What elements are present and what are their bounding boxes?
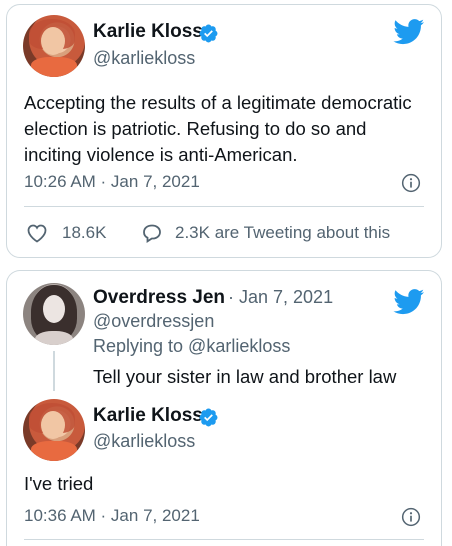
tweet-card-2[interactable]: Overdress Jen · Jan 7, 2021 @overdressje… [6,270,442,546]
twitter-bird-icon[interactable] [393,289,425,315]
reply-date[interactable]: · Jan 7, 2021 [228,287,333,308]
replying-to[interactable]: Replying to @karliekloss [93,336,290,357]
info-icon[interactable] [401,173,421,193]
heart-icon[interactable] [25,221,49,245]
thread-connector [53,351,55,391]
verified-badge-icon [198,407,219,428]
tweet-timestamp[interactable]: 10:26 AM · Jan 7, 2021 [24,172,200,192]
verified-badge-icon [198,23,219,44]
tweet-timestamp[interactable]: 10:36 AM · Jan 7, 2021 [24,506,200,526]
reply-author-handle[interactable]: @overdressjen [93,311,214,332]
tweet-text: I've tried [24,473,94,494]
like-count[interactable]: 18.6K [62,223,106,243]
speech-bubble-icon[interactable] [140,221,164,245]
tweet-text: Accepting the results of a legitimate de… [24,92,412,165]
info-icon[interactable] [401,507,421,527]
tweet-card-1[interactable]: Karlie Kloss @karliekloss Accepting the … [6,4,442,258]
author-handle[interactable]: @karliekloss [93,431,195,452]
reply-author-name[interactable]: Overdress Jen [93,287,225,309]
avatar-overdress-jen[interactable] [23,283,85,345]
author-name[interactable]: Karlie Kloss [93,405,203,427]
avatar-karlie-kloss[interactable] [23,399,85,461]
divider [24,539,424,540]
tweeting-about-link[interactable]: 2.3K are Tweeting about this [175,223,390,243]
divider [24,206,424,207]
author-name[interactable]: Karlie Kloss [93,21,203,43]
reply-text: Tell your sister in law and brother law [93,366,397,387]
avatar-karlie-kloss[interactable] [23,15,85,77]
author-handle[interactable]: @karliekloss [93,48,195,69]
twitter-bird-icon[interactable] [393,19,425,45]
